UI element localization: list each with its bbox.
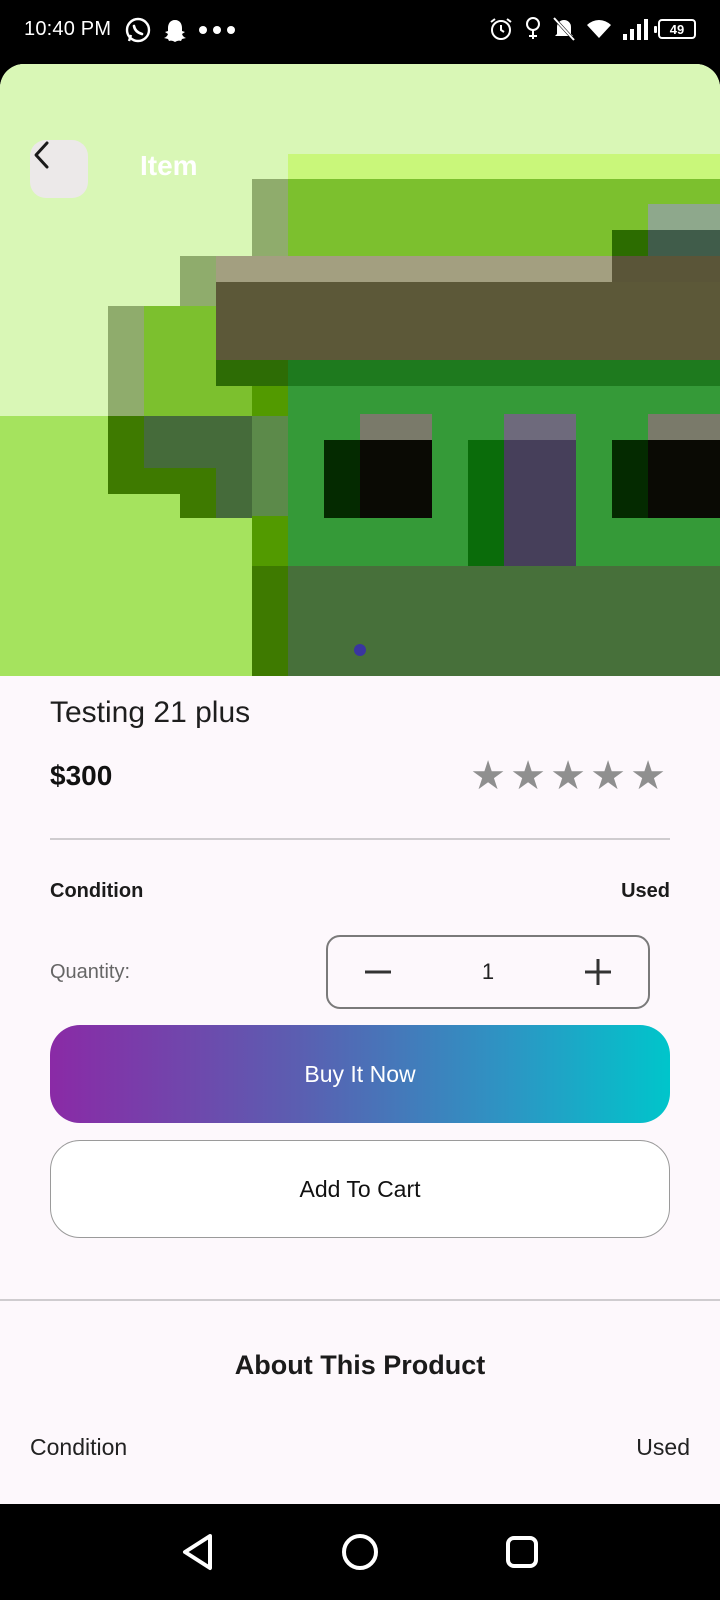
quantity-stepper: 1 [326,935,650,1009]
nav-recents-button[interactable] [497,1527,547,1577]
increment-button[interactable] [578,952,618,992]
about-section-title: About This Product [234,1350,486,1380]
more-dots-icon [198,25,236,35]
whatsapp-icon [124,16,152,44]
item-detail-page: Item Testing 21 plus $300 ★ ★ ★ ★ ★ Cond… [0,64,720,1504]
product-image-carousel[interactable]: Item [0,64,720,676]
rating-stars[interactable]: ★ ★ ★ ★ ★ [470,756,666,796]
signal-icon [622,18,648,40]
phone-screen: 10:40 PM 49 Item Testing 21 plus $300 ★ … [0,0,720,1600]
snapchat-icon [162,17,188,43]
condition-label: Condition [50,880,144,902]
product-price: $300 [50,760,113,791]
status-bar: 10:40 PM 49 [0,0,720,64]
quantity-value: 1 [481,959,495,984]
back-triangle-icon [183,1534,212,1570]
minus-icon [365,970,391,974]
plus-icon [585,959,611,985]
location-icon [524,16,542,42]
wifi-icon [586,18,612,40]
chevron-left-icon [34,141,49,169]
system-icons: 49 [488,16,696,42]
mute-bell-icon [552,16,576,42]
product-name: Testing 21 plus [50,696,251,729]
decrement-button[interactable] [358,952,398,992]
divider [50,838,670,840]
star-icon[interactable]: ★ [550,756,586,796]
home-circle-icon [342,1534,378,1570]
system-nav-bar [0,1504,720,1600]
star-icon[interactable]: ★ [590,756,626,796]
recents-square-icon [506,1536,538,1568]
star-icon[interactable]: ★ [630,756,666,796]
about-condition-label: Condition [30,1434,128,1460]
page-title: Item [140,150,198,181]
add-to-cart-button[interactable]: Add To Cart [50,1140,670,1238]
nav-home-button[interactable] [335,1527,385,1577]
product-image [0,64,720,676]
about-condition-value: Used [636,1434,690,1460]
divider [0,1299,720,1301]
alarm-icon [488,16,514,42]
back-button[interactable] [30,140,88,198]
buy-it-now-button[interactable]: Buy It Now [50,1025,670,1123]
battery-icon: 49 [654,19,696,39]
nav-back-button[interactable] [173,1527,223,1577]
star-icon[interactable]: ★ [470,756,506,796]
carousel-page-indicator [354,644,366,656]
condition-value: Used [621,880,670,902]
star-icon[interactable]: ★ [510,756,546,796]
quantity-label: Quantity: [50,961,131,983]
status-time: 10:40 PM [24,18,112,40]
notification-icons [124,16,236,44]
